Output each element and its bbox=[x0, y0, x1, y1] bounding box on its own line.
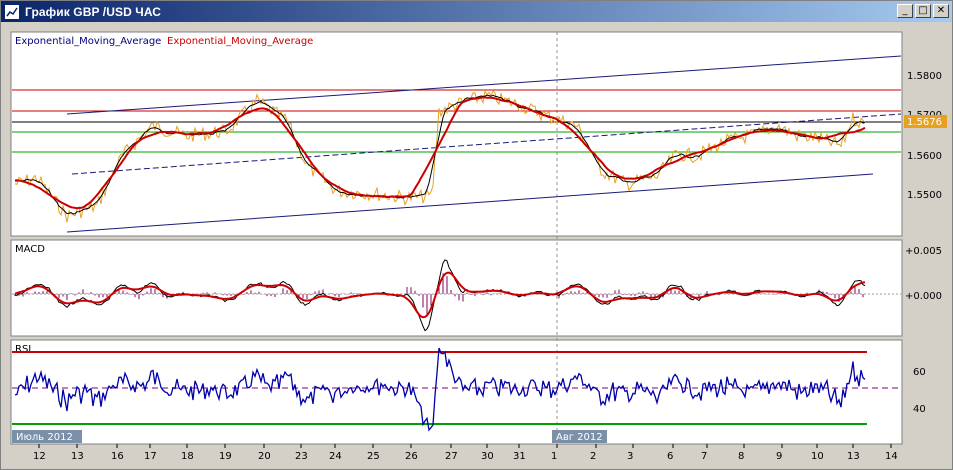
legend-ema-slow: Exponential_Moving_Average bbox=[167, 36, 313, 47]
date-tick-label: 7 bbox=[701, 451, 707, 462]
date-tick-label: 13 bbox=[847, 451, 860, 462]
macd-tick-1: +0.005 bbox=[905, 246, 942, 257]
date-tick-label: 10 bbox=[811, 451, 824, 462]
maximize-button[interactable]: □ bbox=[915, 4, 931, 18]
date-tick-label: 19 bbox=[219, 451, 232, 462]
date-tick-label: 3 bbox=[627, 451, 633, 462]
current-price-label: 1.5676 bbox=[907, 117, 942, 128]
date-tick-label: 24 bbox=[329, 451, 342, 462]
price-panel[interactable] bbox=[10, 31, 903, 237]
chart-window: График GBP /USD ЧАС _ □ ✕ Exponential_Mo… bbox=[0, 0, 953, 470]
title-bar[interactable]: График GBP /USD ЧАС _ □ ✕ bbox=[1, 1, 952, 22]
date-tick-label: 13 bbox=[71, 451, 84, 462]
macd-tick-2: +0.000 bbox=[905, 291, 942, 302]
date-tick-label: 1 bbox=[551, 451, 557, 462]
date-tick-label: 17 bbox=[144, 451, 157, 462]
date-tick-label: 27 bbox=[445, 451, 458, 462]
date-tick-label: 30 bbox=[481, 451, 494, 462]
date-tick-label: 16 bbox=[111, 451, 124, 462]
date-tick-label: 26 bbox=[405, 451, 418, 462]
date-tick-label: 6 bbox=[667, 451, 673, 462]
price-tick-3: 1.5600 bbox=[907, 151, 942, 162]
minimize-button[interactable]: _ bbox=[897, 4, 913, 18]
date-tick-label: 9 bbox=[776, 451, 782, 462]
close-button[interactable]: ✕ bbox=[933, 4, 949, 18]
chart-app-icon bbox=[5, 4, 19, 19]
date-tick-label: 2 bbox=[590, 451, 596, 462]
macd-title: MACD bbox=[15, 244, 45, 255]
window-title: График GBP /USD ЧАС bbox=[25, 4, 162, 19]
rsi-tick-2: 40 bbox=[913, 404, 926, 415]
date-tick-label: 14 bbox=[885, 451, 898, 462]
date-tick-label: 20 bbox=[258, 451, 271, 462]
date-tick-label: 18 bbox=[181, 451, 194, 462]
price-tick-1: 1.5800 bbox=[907, 71, 942, 82]
price-tick-4: 1.5500 bbox=[907, 190, 942, 201]
legend-ema-fast: Exponential_Moving_Average bbox=[15, 36, 161, 47]
chart-canvas[interactable]: Exponential_Moving_Average Exponential_M… bbox=[7, 26, 950, 466]
rsi-tick-1: 60 bbox=[913, 367, 926, 378]
date-tick-label: 31 bbox=[513, 451, 526, 462]
date-tick-label: 23 bbox=[295, 451, 308, 462]
month-label-aug: Авг 2012 bbox=[556, 432, 603, 443]
date-tick-label: 8 bbox=[738, 451, 744, 462]
date-tick-label: 25 bbox=[367, 451, 380, 462]
rsi-title: RSI bbox=[15, 344, 31, 355]
date-tick-label: 12 bbox=[33, 451, 46, 462]
month-label-july: Июль 2012 bbox=[16, 432, 73, 443]
chart-client-area: Exponential_Moving_Average Exponential_M… bbox=[7, 26, 950, 466]
